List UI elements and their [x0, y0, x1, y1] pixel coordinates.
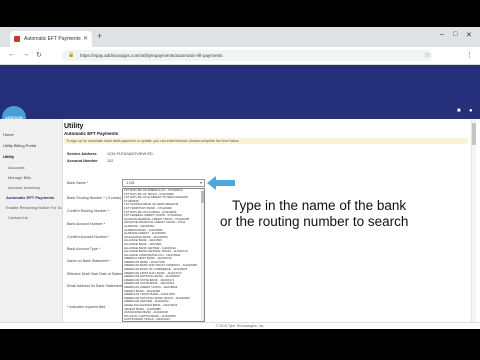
minimize-button[interactable]: – — [440, 31, 444, 38]
lock-icon: 🔒 — [68, 52, 75, 58]
page-scroll-thumb[interactable] — [472, 123, 476, 145]
sidebar-item-home[interactable]: Home — [3, 132, 14, 137]
left-arrow-icon — [207, 176, 235, 190]
reload-icon[interactable]: ↻ — [36, 51, 42, 59]
page-subtitle: Automatic EFT Payments — [64, 131, 119, 136]
sidebar-item-utility-billing-portal[interactable]: Utility Billing Portal — [3, 143, 36, 148]
forward-icon[interactable]: → — [22, 51, 29, 58]
close-tab-icon[interactable]: ✕ — [83, 35, 88, 42]
confirm-account-label: Confirm Account Number * — [67, 235, 110, 239]
routing-number-label: Bank Routing Number * ( 9 chars) — [67, 196, 121, 200]
bank-dropdown-list[interactable]: 1ST NATL BK OF AMERICA CO - 071000013 1ST… — [122, 188, 205, 322]
account-type-label: Bank Account Type * — [67, 247, 101, 251]
back-icon[interactable]: ← — [8, 51, 15, 58]
name-on-statement-label: Name on Bank Statement * — [67, 259, 111, 263]
account-number-value: 102 — [107, 159, 114, 163]
address-bar-row: ← → ↻ 🔒 https://epay.addisonapps.com/uti… — [0, 47, 480, 65]
app-header: ■ ● — [0, 65, 480, 119]
dropdown-scroll-thumb[interactable] — [201, 191, 204, 203]
annotation-line-2: or the routing number to search — [220, 214, 409, 229]
url-text: https://epay.addisonapps.com/utility/epa… — [80, 53, 223, 58]
service-address-label: Service Address — [67, 152, 97, 156]
chevron-down-icon: ▾ — [199, 180, 202, 185]
bank-name-label: Bank Name * — [67, 181, 89, 185]
bookmark-star-icon[interactable]: ☆ — [424, 51, 430, 59]
dropdown-scrollbar[interactable] — [201, 189, 204, 321]
url-bar[interactable]: 🔒 https://epay.addisonapps.com/utility/e… — [62, 50, 432, 61]
sidebar-item-automatic-eft-payments[interactable]: Automatic EFT Payments — [6, 195, 54, 200]
service-address-value: 1234 PLEASANTVIEW RD — [107, 152, 153, 156]
annotation-callout: Type in the name of the bank or the rout… — [220, 198, 408, 229]
tab-title: Automatic EFT Payments — [24, 36, 81, 42]
close-window-button[interactable]: ✕ — [466, 31, 472, 39]
browser-tab[interactable]: Automatic EFT Payments ✕ — [10, 31, 92, 47]
sidebar-item-utility[interactable]: Utility — [3, 154, 14, 159]
sidebar: Home Utility Billing Portal Utility Acco… — [0, 119, 63, 329]
favicon-icon — [14, 36, 20, 42]
browser-tab-bar: Automatic EFT Payments ✕ + – □ ✕ — [0, 27, 480, 47]
confirm-routing-label: Confirm Routing Number * — [67, 209, 110, 213]
page-footer: © 2016 Tyler Technologies, Inc. — [0, 322, 480, 329]
sidebar-item-manage-bills[interactable]: Manage Bills — [8, 175, 31, 180]
header-icon-b[interactable]: ● — [469, 108, 473, 114]
header-icon-a[interactable]: ■ — [457, 108, 461, 114]
info-notice: To sign up for automatic bank draft paym… — [64, 138, 468, 144]
sidebar-item-accounts[interactable]: Accounts — [8, 165, 24, 170]
maximize-button[interactable]: □ — [453, 31, 457, 38]
email-label: Email Address for Bank Statement * — [67, 284, 125, 288]
bank-search-input[interactable]: 1 US ▾ — [122, 179, 205, 187]
sidebar-item-enable-recurring-notice[interactable]: Enable Recurring Notice For Due Date — [6, 205, 62, 210]
account-number-field-label: Bank Account Number * — [67, 222, 106, 226]
annotation-line-1: Type in the name of the bank — [232, 198, 407, 213]
screen: Automatic EFT Payments ✕ + – □ ✕ ← → ↻ 🔒… — [0, 27, 480, 329]
sidebar-item-contact-us[interactable]: Contact Us — [8, 215, 28, 220]
required-note: * indicates required field — [67, 305, 106, 309]
account-number-label: Account Number — [67, 159, 98, 163]
page-title: Utility — [64, 123, 84, 130]
bank-search-value: 1 US — [126, 181, 135, 185]
page-scrollbar[interactable] — [471, 119, 476, 329]
effective-date-label: Effective Draft Start Date of Statement … — [67, 272, 131, 276]
sidebar-item-account-inventory[interactable]: Account Inventory — [8, 185, 40, 190]
new-tab-button[interactable]: + — [97, 32, 102, 41]
browser-menu-icon[interactable]: ⋮ — [466, 51, 473, 59]
